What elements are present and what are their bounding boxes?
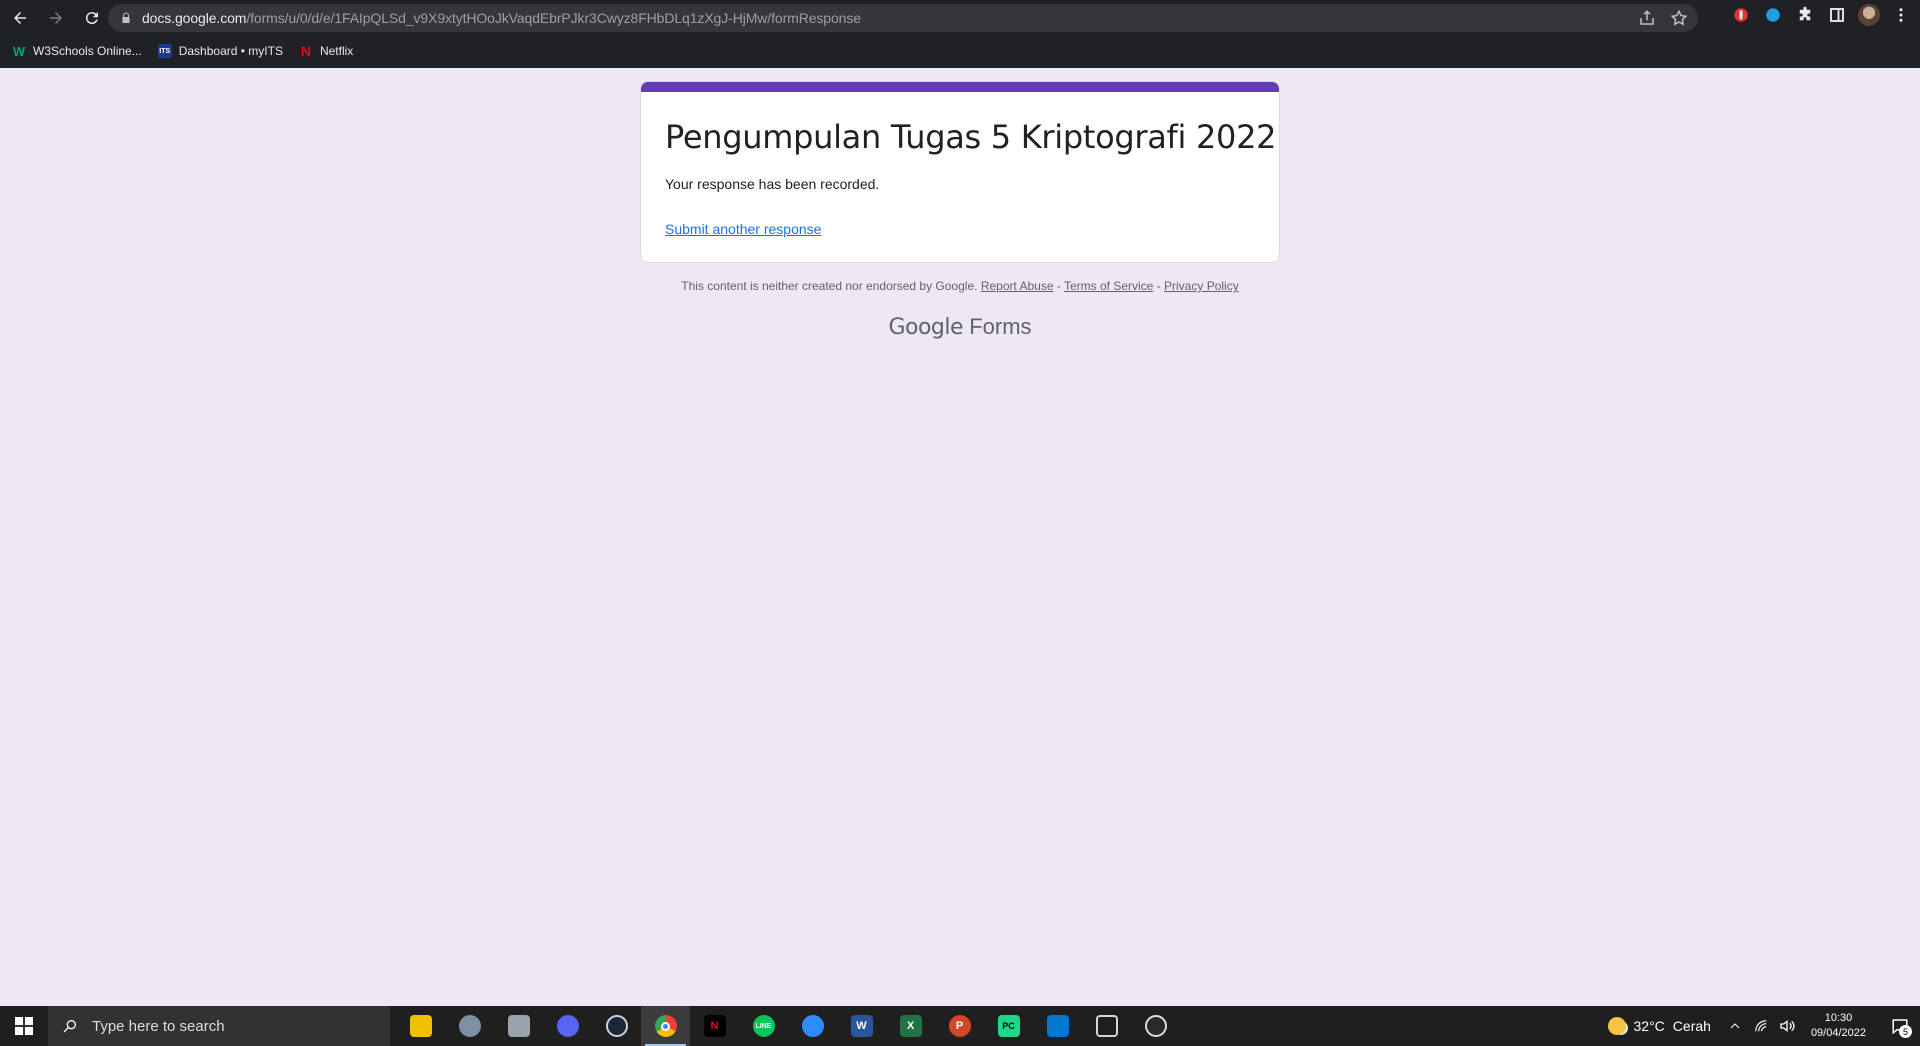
bookmark-w3schools[interactable]: W W3Schools Online... [12, 43, 142, 59]
response-card: Pengumpulan Tugas 5 Kriptografi 2022 You… [640, 81, 1280, 263]
browser-chrome: docs.google.com/forms/u/0/d/e/1FAIpQLSd_… [0, 0, 1920, 68]
weather-widget[interactable]: 32°C Cerah [1607, 1017, 1711, 1035]
arrow-left-icon [14, 12, 26, 24]
reload-icon [85, 12, 98, 25]
clock[interactable]: 10:30 09/04/2022 [1811, 1011, 1866, 1041]
volume-icon[interactable] [1777, 1016, 1797, 1036]
lock-icon [122, 12, 130, 23]
app-3-icon[interactable] [494, 1006, 543, 1046]
netflix-icon: N [300, 43, 312, 59]
file-explorer-icon[interactable] [396, 1006, 445, 1046]
vscode-icon[interactable] [1033, 1006, 1082, 1046]
extension-blue-icon[interactable] [1762, 4, 1784, 26]
disclaimer-text: This content is neither created nor endo… [681, 279, 978, 293]
windows-icon [15, 1017, 33, 1035]
line-icon[interactable]: LINE [739, 1006, 788, 1046]
obs-icon[interactable] [1131, 1006, 1180, 1046]
network-icon[interactable] [1751, 1016, 1771, 1036]
back-button[interactable] [4, 2, 36, 34]
reload-button[interactable] [76, 2, 108, 34]
terms-link[interactable]: Terms of Service [1064, 279, 1153, 293]
discord-icon[interactable] [543, 1006, 592, 1046]
url-text[interactable]: docs.google.com/forms/u/0/d/e/1FAIpQLSd_… [142, 10, 861, 26]
zoom-icon[interactable] [788, 1006, 837, 1046]
confirmation-message: Your response has been recorded. [665, 176, 880, 192]
more-menu-icon[interactable] [1890, 4, 1912, 26]
footer-disclaimer: This content is neither created nor endo… [681, 279, 1239, 293]
forward-button[interactable] [40, 2, 72, 34]
notification-center-button[interactable]: 5 [1880, 1006, 1920, 1046]
app-2-icon[interactable] [445, 1006, 494, 1046]
bookmark-myits[interactable]: ITS Dashboard • myITS [157, 44, 283, 58]
google-forms-logo[interactable]: Google Forms [0, 314, 1920, 340]
chrome-icon[interactable] [641, 1006, 690, 1046]
weather-sun-icon [1607, 1017, 1626, 1035]
powerpoint-icon[interactable]: P [935, 1006, 984, 1046]
w3schools-icon: W [12, 43, 26, 59]
privacy-link[interactable]: Privacy Policy [1164, 279, 1239, 293]
netflix-app-icon[interactable]: N [690, 1006, 739, 1046]
form-title: Pengumpulan Tugas 5 Kriptografi 2022 [665, 118, 1277, 156]
excel-icon[interactable]: X [886, 1006, 935, 1046]
taskbar: Type here to search N LINE W X P PC 32°C… [0, 1006, 1920, 1046]
bookmark-netflix[interactable]: N Netflix [299, 43, 353, 59]
steam-icon[interactable] [592, 1006, 641, 1046]
chevron-up-icon[interactable] [1725, 1016, 1745, 1036]
address-bar[interactable]: docs.google.com/forms/u/0/d/e/1FAIpQLSd_… [108, 4, 1698, 32]
puzzle-icon[interactable] [1794, 4, 1816, 26]
taskbar-apps: N LINE W X P PC [396, 1006, 1180, 1046]
share-icon[interactable] [1638, 9, 1656, 27]
browser-toolbar: docs.google.com/forms/u/0/d/e/1FAIpQLSd_… [0, 0, 1920, 36]
side-panel-icon[interactable] [1826, 4, 1848, 26]
taskbar-search[interactable]: Type here to search [48, 1006, 390, 1046]
system-tray: 32°C Cerah 10:30 09/04/2022 5 [1607, 1006, 1920, 1046]
notification-badge: 5 [1899, 1025, 1912, 1038]
start-button[interactable] [0, 1006, 48, 1046]
star-icon[interactable] [1670, 9, 1688, 27]
card-accent-bar [641, 82, 1279, 92]
search-icon [63, 1020, 76, 1033]
word-icon[interactable]: W [837, 1006, 886, 1046]
submit-another-link[interactable]: Submit another response [665, 221, 821, 237]
extensions-bar [1730, 4, 1920, 26]
virtualbox-icon[interactable] [1082, 1006, 1131, 1046]
its-icon: ITS [157, 44, 172, 58]
profile-avatar[interactable] [1858, 4, 1880, 26]
report-abuse-link[interactable]: Report Abuse [981, 279, 1054, 293]
pycharm-icon[interactable]: PC [984, 1006, 1033, 1046]
adblock-extension-icon[interactable] [1730, 4, 1752, 26]
bookmarks-bar: W W3Schools Online... ITS Dashboard • my… [0, 38, 353, 64]
arrow-right-icon [50, 12, 62, 24]
